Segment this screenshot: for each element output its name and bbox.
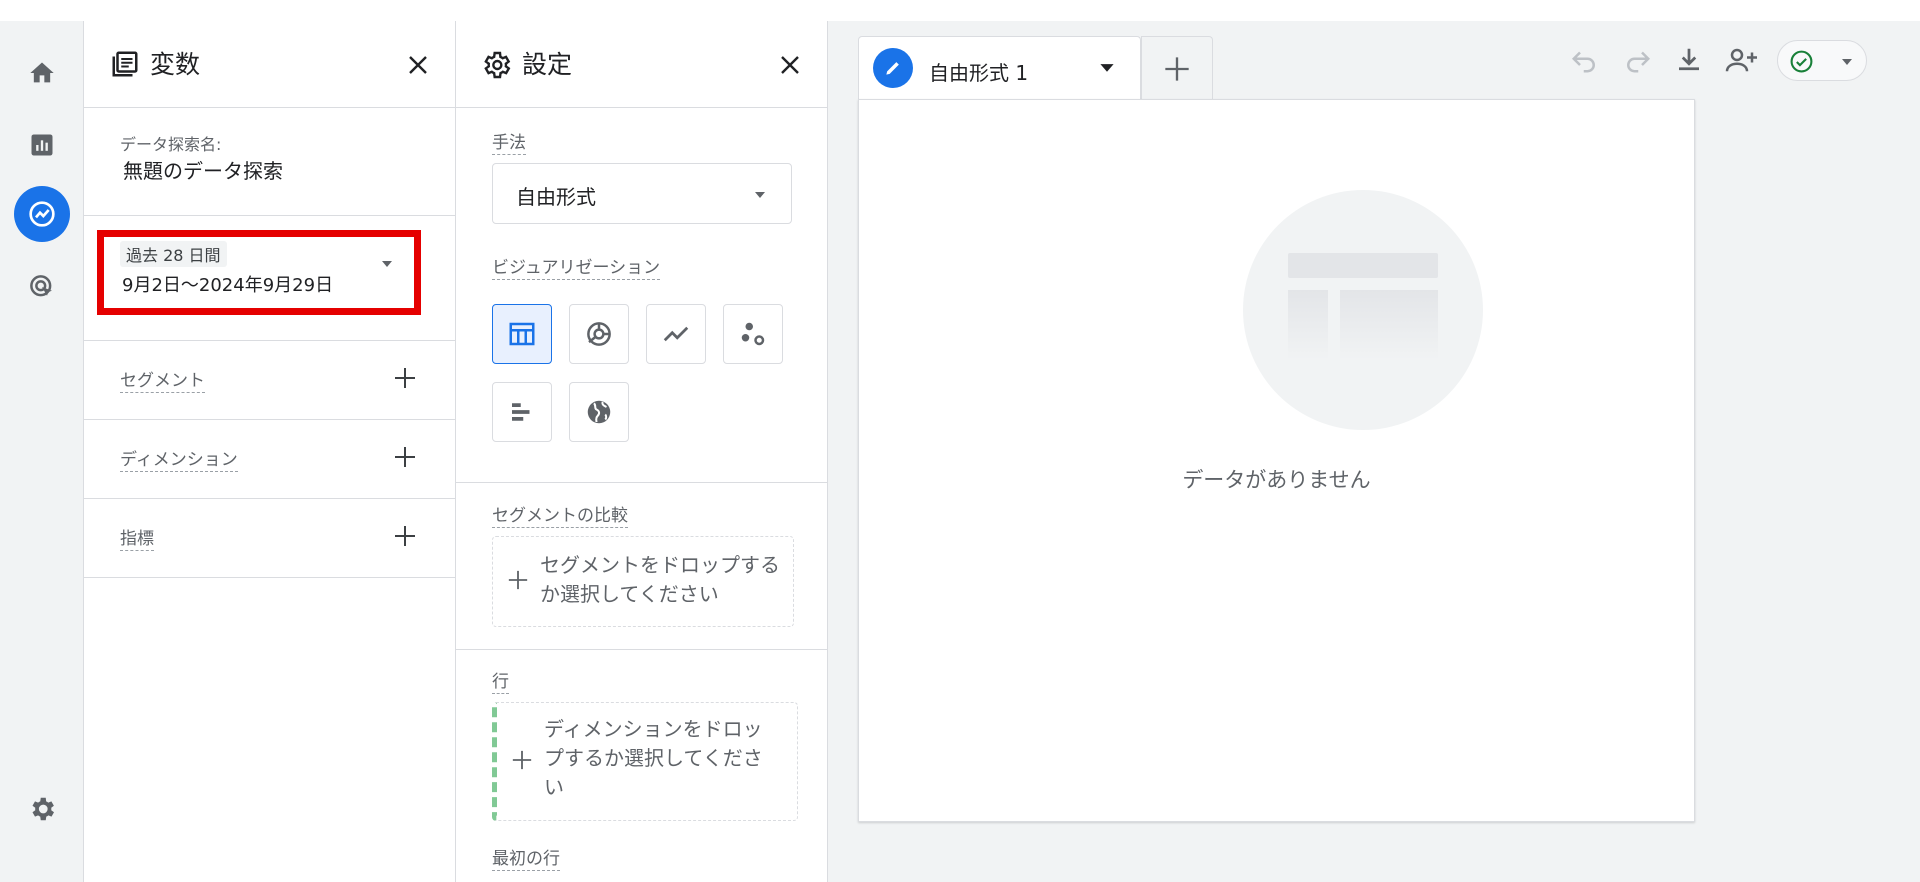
segment-compare-label: セグメントの比較 <box>492 501 628 528</box>
bar-chart-icon <box>512 403 530 421</box>
add-tab-button[interactable] <box>1141 36 1213 100</box>
scatter-viz-button[interactable] <box>723 304 783 364</box>
plus-icon <box>508 570 528 590</box>
settings-title: 設定 <box>522 50 573 79</box>
technique-label: 手法 <box>492 128 526 155</box>
placeholder-bar <box>1288 253 1438 278</box>
date-range-picker[interactable]: 過去 28 日間 9月2日〜2024年9月29日 <box>120 241 400 301</box>
placeholder-block <box>1340 290 1438 360</box>
exploration-name-value[interactable]: 無題のデータ探索 <box>123 155 283 184</box>
add-segment-button[interactable] <box>391 364 419 392</box>
close-settings-button[interactable] <box>774 49 806 81</box>
dimensions-section: ディメンション <box>84 419 455 499</box>
donut-chart-icon <box>587 322 611 346</box>
rows-label: 行 <box>492 667 509 694</box>
first-row-label: 最初の行 <box>492 844 560 871</box>
status-menu-button[interactable] <box>1777 40 1867 81</box>
gear-icon <box>32 797 54 821</box>
download-icon[interactable] <box>1674 45 1704 75</box>
geo-map-icon <box>587 400 611 424</box>
dimensions-label: ディメンション <box>120 445 238 472</box>
edit-tab-button[interactable] <box>873 48 913 88</box>
advertising-nav-button[interactable] <box>14 259 70 315</box>
settings-panel: 設定 手法 自由形式 ビジュアリゼーション セグメントの比較 セグメントをドロッ… <box>456 21 828 882</box>
close-icon <box>409 56 427 74</box>
scatter-plot-icon <box>741 322 765 346</box>
dropdown-arrow-icon <box>1842 59 1852 65</box>
variables-title: 変数 <box>150 50 201 79</box>
visualization-label: ビジュアリゼーション <box>492 253 661 280</box>
geo-viz-button[interactable] <box>569 382 629 442</box>
exploration-canvas: 自由形式 1 データがありません <box>828 21 1920 882</box>
add-dimension-button[interactable] <box>391 443 419 471</box>
table-viz-button[interactable] <box>492 304 552 364</box>
exploration-name-section: データ探索名: 無題のデータ探索 <box>84 107 455 216</box>
date-range-text: 9月2日〜2024年9月29日 <box>122 275 334 296</box>
exploration-name-label: データ探索名: <box>120 135 222 154</box>
reports-icon <box>31 134 53 156</box>
undo-icon[interactable] <box>1570 45 1600 75</box>
tab-label: 自由形式 1 <box>929 61 1029 85</box>
metrics-label: 指標 <box>120 524 154 551</box>
settings-divider <box>456 482 827 483</box>
check-circle-icon <box>1790 50 1813 73</box>
advertising-icon <box>30 275 52 297</box>
variables-panel: 変数 データ探索名: 無題のデータ探索 過去 28 日間 9月2日〜2024年9… <box>84 21 456 882</box>
explore-icon <box>29 201 55 227</box>
metrics-section: 指標 <box>84 498 455 578</box>
left-nav-rail <box>0 21 84 882</box>
plus-icon <box>512 750 532 770</box>
variables-header: 変数 <box>84 21 455 108</box>
bar-viz-button[interactable] <box>492 382 552 442</box>
line-chart-icon <box>663 326 689 342</box>
plus-icon <box>1165 56 1189 81</box>
settings-header: 設定 <box>456 21 827 108</box>
admin-settings-button[interactable] <box>14 781 70 837</box>
plus-icon <box>395 368 415 388</box>
technique-select[interactable]: 自由形式 <box>492 163 792 224</box>
line-viz-button[interactable] <box>646 304 706 364</box>
explore-nav-button[interactable] <box>14 186 70 242</box>
technique-value: 自由形式 <box>516 185 596 209</box>
segments-section: セグメント <box>84 340 455 420</box>
home-icon <box>30 62 54 83</box>
dropdown-arrow-icon <box>382 261 392 267</box>
add-metric-button[interactable] <box>391 522 419 550</box>
gear-icon <box>484 51 511 79</box>
variables-icon <box>112 51 138 77</box>
table-icon <box>509 322 535 346</box>
segment-drop-zone[interactable]: セグメントをドロップするか選択してください <box>492 536 794 627</box>
placeholder-column <box>1288 290 1328 360</box>
close-variables-button[interactable] <box>402 49 434 81</box>
empty-state-illustration <box>1243 190 1483 430</box>
rows-drop-zone[interactable]: ディメンションをドロップするか選択してください <box>492 702 798 821</box>
close-icon <box>781 56 799 74</box>
settings-divider <box>456 649 827 650</box>
pencil-icon <box>886 62 899 75</box>
redo-icon[interactable] <box>1622 45 1652 75</box>
tab-dropdown-icon[interactable] <box>1099 63 1115 74</box>
plus-icon <box>395 447 415 467</box>
tab-freeform-1[interactable]: 自由形式 1 <box>858 36 1141 100</box>
dropdown-arrow-icon <box>755 192 765 198</box>
rows-drop-text: ディメンションをドロップするか選択してください <box>544 717 763 799</box>
plus-icon <box>395 526 415 546</box>
home-nav-button[interactable] <box>14 45 70 101</box>
reports-nav-button[interactable] <box>14 117 70 173</box>
share-user-icon[interactable] <box>1724 45 1760 75</box>
date-range-chip: 過去 28 日間 <box>120 241 227 267</box>
canvas-content-area: データがありません <box>858 99 1695 822</box>
date-range-section: 過去 28 日間 9月2日〜2024年9月29日 <box>84 215 455 341</box>
segments-label: セグメント <box>120 366 205 393</box>
segment-drop-text: セグメントをドロップするか選択してください <box>540 553 780 606</box>
donut-viz-button[interactable] <box>569 304 629 364</box>
empty-state-message: データがありません <box>1182 468 1371 492</box>
